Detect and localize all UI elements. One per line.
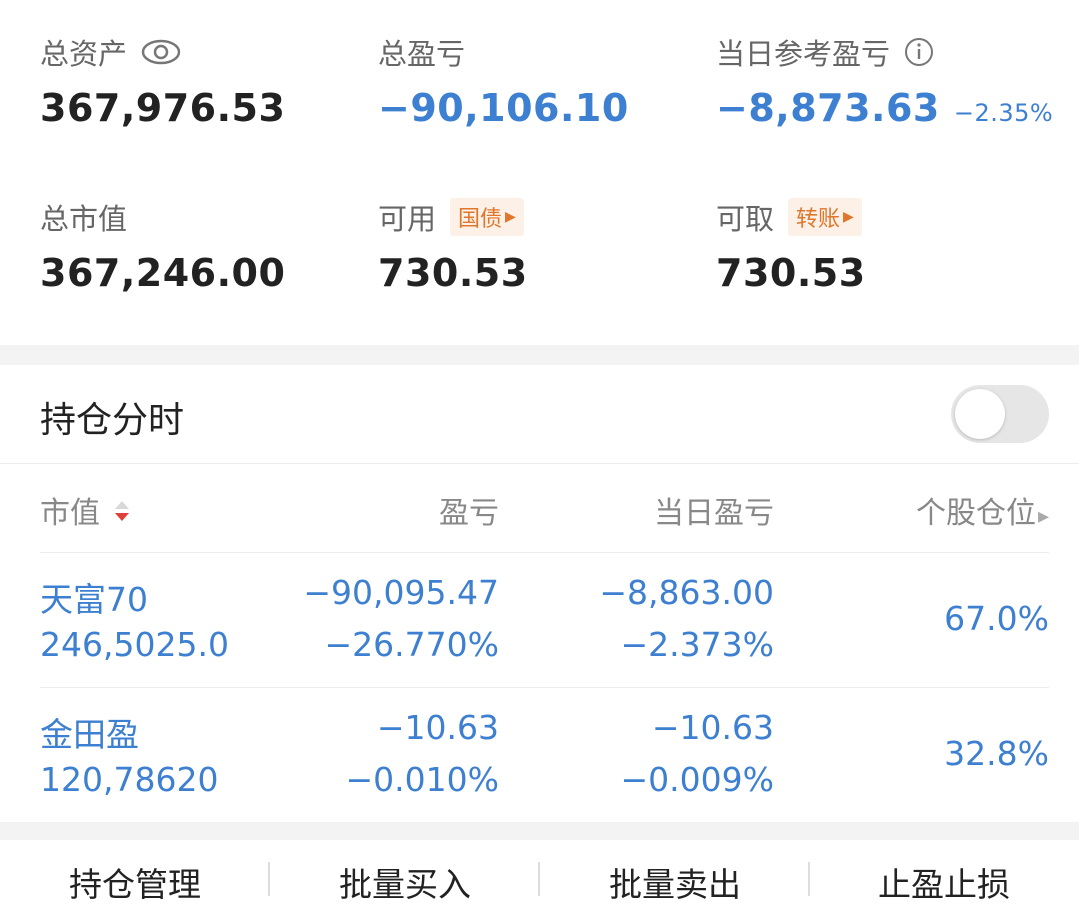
stock-pnl-pct: −0.010%: [345, 760, 499, 799]
day-pnl-block: 当日参考盈亏 −8,873.63 −2.35%: [716, 32, 1053, 130]
total-assets-value: 367,976.53: [40, 86, 286, 130]
market-value-value: 367,246.00: [40, 251, 286, 295]
stock-day-pnl-pct: −2.373%: [620, 625, 774, 664]
day-pnl-pct: −2.35%: [953, 99, 1054, 127]
stock-pnl-pct: −26.770%: [324, 625, 499, 664]
column-day-pnl[interactable]: 当日盈亏: [654, 488, 774, 532]
column-position[interactable]: 个股仓位▸: [916, 488, 1049, 532]
stock-day-pnl: −8,863.00: [599, 573, 774, 612]
total-assets-label: 总资产: [40, 37, 128, 71]
holding-timeshare-header: 持仓分时: [0, 365, 1079, 464]
section-divider: [0, 345, 1079, 365]
table-row[interactable]: 天富70 246,5025.0 −90,095.47 −26.770% −8,8…: [40, 552, 1049, 687]
transfer-button[interactable]: 转账 ▶: [788, 198, 862, 236]
stock-day-pnl: −10.63: [651, 708, 774, 747]
info-icon[interactable]: [904, 37, 934, 67]
withdrawable-block: 可取 转账 ▶ 730.53: [716, 197, 866, 295]
available-value: 730.53: [378, 251, 528, 295]
bottom-action-bar: 持仓管理 批量买入 批量卖出 止盈止损: [0, 840, 1079, 920]
holding-timeshare-title: 持仓分时: [40, 400, 185, 441]
transfer-label: 转账: [796, 207, 841, 232]
day-pnl-label: 当日参考盈亏: [716, 37, 891, 71]
total-pnl-block: 总盈亏 −90,106.10: [378, 32, 629, 130]
column-market-value[interactable]: 市值: [40, 488, 130, 533]
caret-right-icon: ▶: [843, 209, 854, 225]
column-pnl[interactable]: 盈亏: [439, 488, 499, 532]
sort-icon: [114, 497, 130, 533]
total-pnl-value: −90,106.10: [378, 86, 629, 130]
holding-timeshare-toggle[interactable]: [951, 385, 1049, 443]
section-divider: [0, 822, 1079, 840]
withdrawable-value: 730.53: [716, 251, 866, 295]
stock-day-pnl-pct: −0.009%: [620, 760, 774, 799]
stock-pnl: −10.63: [376, 708, 499, 747]
treasury-bond-button[interactable]: 国债 ▶: [450, 198, 524, 236]
market-value-block: 总市值 367,246.00: [40, 197, 285, 295]
withdrawable-label: 可取: [716, 202, 775, 236]
market-value-label: 总市值: [40, 202, 128, 236]
caret-right-icon: ▶: [505, 209, 516, 225]
stock-market-value: 246,5025.0: [40, 625, 229, 664]
stock-market-value: 120,78620: [40, 760, 219, 799]
stock-pnl: −90,095.47: [303, 573, 499, 612]
treasury-bond-label: 国债: [458, 207, 503, 232]
chevron-right-icon: ▸: [1037, 504, 1049, 529]
column-market-value-label: 市值: [40, 496, 100, 531]
eye-icon[interactable]: [141, 38, 181, 66]
stock-position: 32.8%: [944, 734, 1049, 773]
account-summary: 总资产 367,976.53 总盈亏 −90,106.10 当日参考盈亏 −8,…: [0, 0, 1079, 345]
column-position-label: 个股仓位: [915, 496, 1036, 531]
available-block: 可用 国债 ▶ 730.53: [378, 197, 528, 295]
available-label: 可用: [378, 202, 437, 236]
day-pnl-value-row: −8,873.63 −2.35%: [716, 86, 1053, 130]
stock-name: 金田盈: [40, 715, 139, 754]
total-pnl-label: 总盈亏: [378, 37, 466, 71]
table-row[interactable]: 金田盈 120,78620 −10.63 −0.010% −10.63 −0.0…: [40, 687, 1049, 822]
holdings-column-header: 市值 盈亏 当日盈亏 个股仓位▸: [0, 464, 1079, 552]
toggle-knob: [955, 389, 1005, 439]
stock-name: 天富70: [40, 580, 148, 619]
day-pnl-value: −8,873.63: [716, 86, 940, 130]
stock-position: 67.0%: [944, 599, 1049, 638]
total-assets-block: 总资产 367,976.53: [40, 32, 285, 130]
